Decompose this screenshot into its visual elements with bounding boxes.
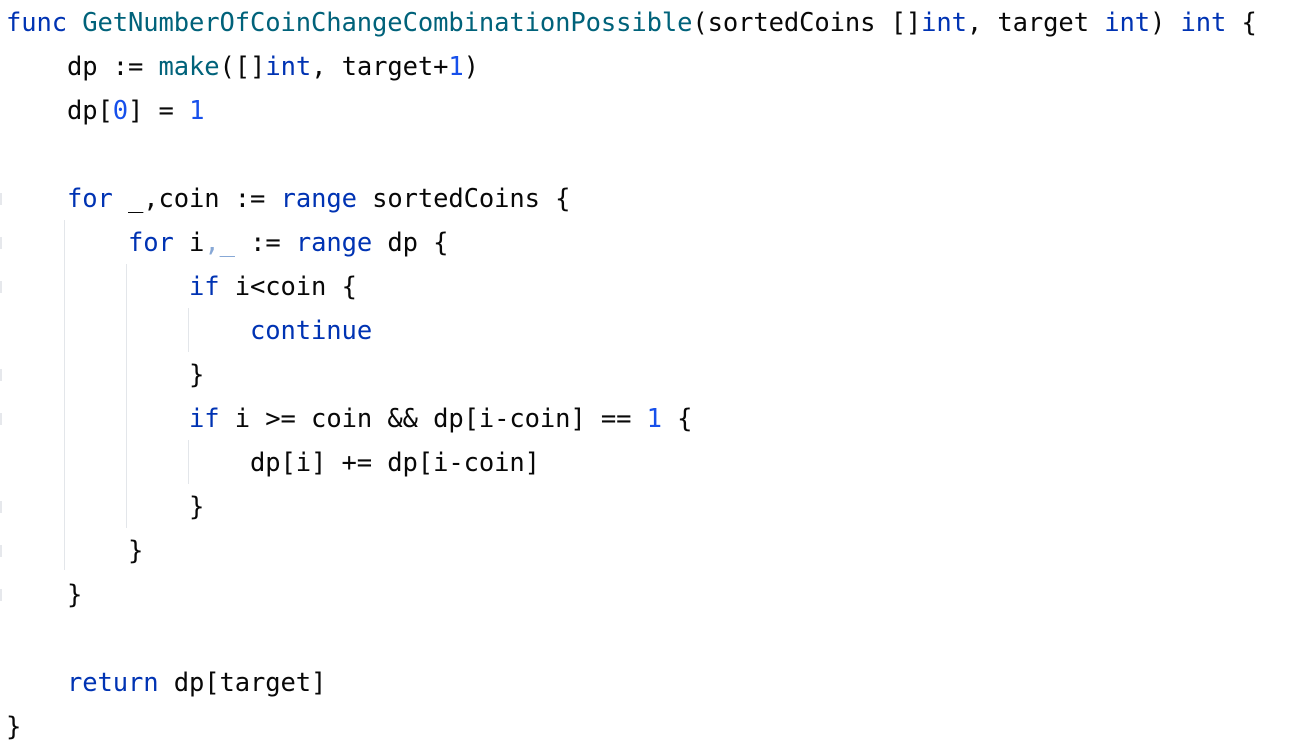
code-text-token: } — [6, 360, 205, 390]
code-text-token: _,coin := — [112, 184, 281, 214]
code-line[interactable]: for i,_ := range dp { — [6, 221, 448, 265]
fold-marker[interactable] — [0, 413, 2, 425]
keyword-token: return — [67, 668, 159, 698]
keyword-token: int — [1180, 8, 1227, 38]
code-text-token: ] = — [128, 96, 190, 126]
code-text-token: ) — [1149, 8, 1181, 38]
code-line[interactable]: } — [6, 485, 204, 529]
number-literal-token: 1 — [646, 404, 662, 434]
code-text-token: , target+ — [311, 52, 449, 82]
code-text-token: dp := — [6, 52, 159, 82]
code-text-token: dp[target] — [158, 668, 327, 698]
keyword-token: int — [265, 52, 312, 82]
code-line[interactable]: for _,coin := range sortedCoins { — [6, 177, 570, 221]
keyword-token: if — [189, 272, 220, 302]
code-text-token: := — [234, 228, 296, 258]
keyword-token: int — [921, 8, 967, 38]
code-text-token: { — [661, 404, 693, 434]
code-text-token: i — [173, 228, 205, 258]
code-line[interactable]: dp[0] = 1 — [6, 89, 204, 133]
code-line[interactable]: } — [6, 705, 21, 749]
keyword-token: for — [67, 184, 113, 214]
number-literal-token: 0 — [112, 96, 129, 126]
fold-marker[interactable] — [0, 589, 2, 601]
code-line[interactable]: } — [6, 353, 204, 397]
code-text-token: i<coin { — [219, 272, 357, 302]
keyword-token: if — [189, 404, 220, 434]
code-text-token: i >= coin && dp[i-coin] == — [219, 404, 647, 434]
fold-marker[interactable] — [0, 545, 2, 557]
code-text-token: ([] — [219, 52, 266, 82]
code-line[interactable]: dp[i] += dp[i-coin] — [6, 441, 540, 485]
code-editor[interactable]: func GetNumberOfCoinChangeCombinationPos… — [0, 0, 1298, 750]
code-line[interactable]: if i<coin { — [6, 265, 357, 309]
keyword-token: func — [6, 8, 83, 38]
code-text-token: } — [6, 536, 144, 566]
keyword-token: int — [1104, 8, 1150, 38]
code-text-token: (sortedCoins [] — [692, 8, 922, 38]
function-name-token: GetNumberOfCoinChangeCombinationPossible — [82, 8, 693, 38]
keyword-token: range — [295, 228, 373, 258]
code-line[interactable]: if i >= coin && dp[i-coin] == 1 { — [6, 397, 692, 441]
code-line[interactable]: } — [6, 573, 82, 617]
code-text-token: { — [1226, 8, 1257, 38]
code-line[interactable]: return dp[target] — [6, 661, 326, 705]
code-text-token: , target — [966, 8, 1105, 38]
code-line[interactable]: } — [6, 529, 143, 573]
fold-marker[interactable] — [0, 237, 2, 249]
number-literal-token: 1 — [448, 52, 464, 82]
keyword-token: for — [128, 228, 174, 258]
number-literal-token: 1 — [189, 96, 205, 126]
code-text-token: dp[ — [6, 96, 113, 126]
unused-variable-token: ,_ — [204, 228, 235, 258]
code-text-token: } — [6, 492, 205, 522]
fold-marker[interactable] — [0, 281, 2, 293]
code-text-token: sortedCoins { — [356, 184, 571, 214]
code-text-token: dp[i] += dp[i-coin] — [6, 448, 540, 478]
fold-marker[interactable] — [0, 193, 2, 205]
code-text-token: } — [6, 580, 83, 610]
keyword-token: range — [280, 184, 357, 214]
code-line[interactable]: continue — [6, 309, 372, 353]
fold-marker[interactable] — [0, 369, 2, 381]
keyword-token: continue — [250, 316, 373, 346]
code-text-token: dp { — [372, 228, 449, 258]
function-name-token: make — [158, 52, 220, 82]
code-text-token: } — [6, 712, 22, 742]
code-text-token: ) — [463, 52, 479, 82]
fold-marker[interactable] — [0, 501, 2, 513]
code-line[interactable]: dp := make([]int, target+1) — [6, 45, 479, 89]
code-line[interactable]: func GetNumberOfCoinChangeCombinationPos… — [6, 1, 1257, 45]
